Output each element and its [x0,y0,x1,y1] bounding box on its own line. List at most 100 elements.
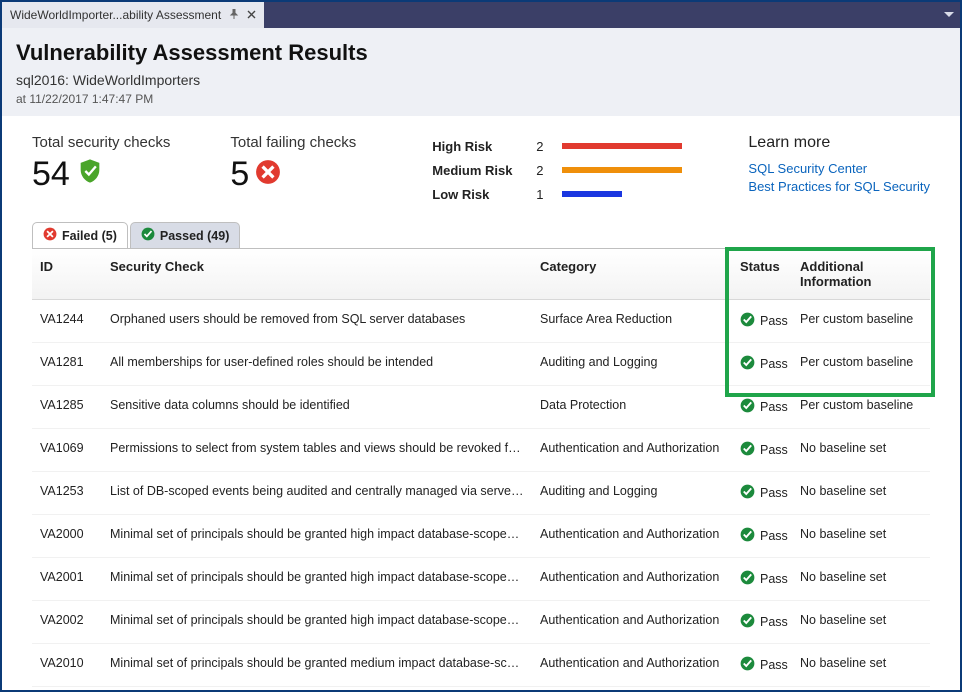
medium-risk-count: 2 [536,163,548,178]
table-row[interactable]: VA1253List of DB-scoped events being aud… [32,472,930,515]
learn-more-title: Learn more [748,134,930,152]
low-risk-count: 1 [536,187,548,202]
check-circle-icon [141,227,155,244]
cell-id: VA1244 [32,300,102,342]
document-tab-strip: WideWorldImporter...ability Assessment [2,2,960,28]
document-tab[interactable]: WideWorldImporter...ability Assessment [2,2,264,28]
cell-status: Pass [732,472,792,514]
check-circle-icon [740,398,755,416]
total-checks-value: 54 [32,155,70,194]
table-row[interactable]: VA2002Minimal set of principals should b… [32,601,930,644]
cell-status: Pass [732,429,792,471]
total-checks-label: Total security checks [32,134,170,151]
failing-checks-value: 5 [230,155,249,194]
cell-category: Authentication and Authorization [532,515,732,557]
cell-status: Pass [732,386,792,428]
cell-id: VA2001 [32,558,102,600]
cell-status: Pass [732,558,792,600]
cell-additional-info: No baseline set [792,644,930,686]
failing-checks-label: Total failing checks [230,134,356,151]
low-risk-bar [562,191,622,197]
cell-status: Pass [732,644,792,686]
sql-security-center-link[interactable]: SQL Security Center [748,160,930,178]
cell-id: VA2000 [32,515,102,557]
best-practices-link[interactable]: Best Practices for SQL Security [748,178,930,196]
pin-icon[interactable] [229,8,239,22]
cell-category: Authentication and Authorization [532,644,732,686]
high-risk-count: 2 [536,139,548,154]
cell-id: VA1069 [32,429,102,471]
cell-category: Authentication and Authorization [532,687,732,695]
cell-additional-info: No baseline set [792,687,930,695]
cell-id: VA1253 [32,472,102,514]
table-row[interactable]: VA2001Minimal set of principals should b… [32,558,930,601]
tab-menu-dropdown[interactable] [938,2,960,28]
table-row[interactable]: VA1069Permissions to select from system … [32,429,930,472]
cell-id: VA1281 [32,343,102,385]
cell-category: Auditing and Logging [532,472,732,514]
column-security-check[interactable]: Security Check [102,249,532,299]
low-risk-label: Low Risk [432,187,522,202]
cell-status: Pass [732,687,792,695]
cell-status: Pass [732,300,792,342]
cell-security-check: Permissions to select from system tables… [102,429,532,471]
cell-status: Pass [732,601,792,643]
cell-additional-info: No baseline set [792,429,930,471]
summary-section: Total security checks 54 Total failing c… [2,116,960,222]
results-header: Vulnerability Assessment Results sql2016… [2,28,960,116]
cell-additional-info: No baseline set [792,515,930,557]
check-circle-icon [740,570,755,588]
cell-security-check: Minimal set of principals should be gran… [102,644,532,686]
learn-more-section: Learn more SQL Security Center Best Prac… [748,134,930,196]
high-risk-bar [562,143,682,149]
table-row[interactable]: VA1285Sensitive data columns should be i… [32,386,930,429]
column-category[interactable]: Category [532,249,732,299]
cell-category: Auditing and Logging [532,343,732,385]
check-circle-icon [740,441,755,459]
medium-risk-label: Medium Risk [432,163,522,178]
cell-additional-info: Per custom baseline [792,386,930,428]
grid-header-row: ID Security Check Category Status Additi… [32,249,930,300]
failing-checks-metric: Total failing checks 5 [230,134,356,194]
table-row[interactable]: VA1244Orphaned users should be removed f… [32,300,930,343]
check-circle-icon [740,312,755,330]
cell-category: Authentication and Authorization [532,558,732,600]
risk-breakdown: High Risk 2 Medium Risk 2 Low Risk 1 [432,134,682,206]
cell-category: Surface Area Reduction [532,300,732,342]
cell-status: Pass [732,343,792,385]
cell-security-check: Orphaned users should be removed from SQ… [102,300,532,342]
close-icon[interactable] [247,8,256,22]
column-status[interactable]: Status [732,249,792,299]
cell-additional-info: No baseline set [792,472,930,514]
cell-additional-info: No baseline set [792,601,930,643]
x-circle-icon [255,155,281,194]
cell-additional-info: Per custom baseline [792,343,930,385]
cell-category: Authentication and Authorization [532,601,732,643]
x-circle-icon [43,227,57,244]
check-circle-icon [740,355,755,373]
failed-tab-label: Failed (5) [62,229,117,243]
timestamp-label: at 11/22/2017 1:47:47 PM [16,92,946,106]
cell-status: Pass [732,515,792,557]
total-checks-metric: Total security checks 54 [32,134,170,194]
cell-category: Data Protection [532,386,732,428]
page-title: Vulnerability Assessment Results [16,40,946,66]
cell-security-check: All memberships for user-defined roles s… [102,343,532,385]
failed-tab[interactable]: Failed (5) [32,222,128,248]
table-row[interactable]: VA2020Minimal set of principals should b… [32,687,930,695]
passed-tab[interactable]: Passed (49) [130,222,240,248]
table-row[interactable]: VA2010Minimal set of principals should b… [32,644,930,687]
results-grid: ID Security Check Category Status Additi… [32,248,930,695]
high-risk-label: High Risk [432,139,522,154]
cell-security-check: Minimal set of principals should be gran… [102,515,532,557]
cell-security-check: Minimal set of principals should be gran… [102,601,532,643]
table-row[interactable]: VA1281All memberships for user-defined r… [32,343,930,386]
table-row[interactable]: VA2000Minimal set of principals should b… [32,515,930,558]
passed-tab-label: Passed (49) [160,229,229,243]
column-additional-info[interactable]: Additional Information [792,249,930,299]
column-id[interactable]: ID [32,249,102,299]
target-label: sql2016: WideWorldImporters [16,72,946,88]
cell-security-check: Minimal set of principals should be gran… [102,687,532,695]
cell-additional-info: Per custom baseline [792,300,930,342]
cell-security-check: Minimal set of principals should be gran… [102,558,532,600]
